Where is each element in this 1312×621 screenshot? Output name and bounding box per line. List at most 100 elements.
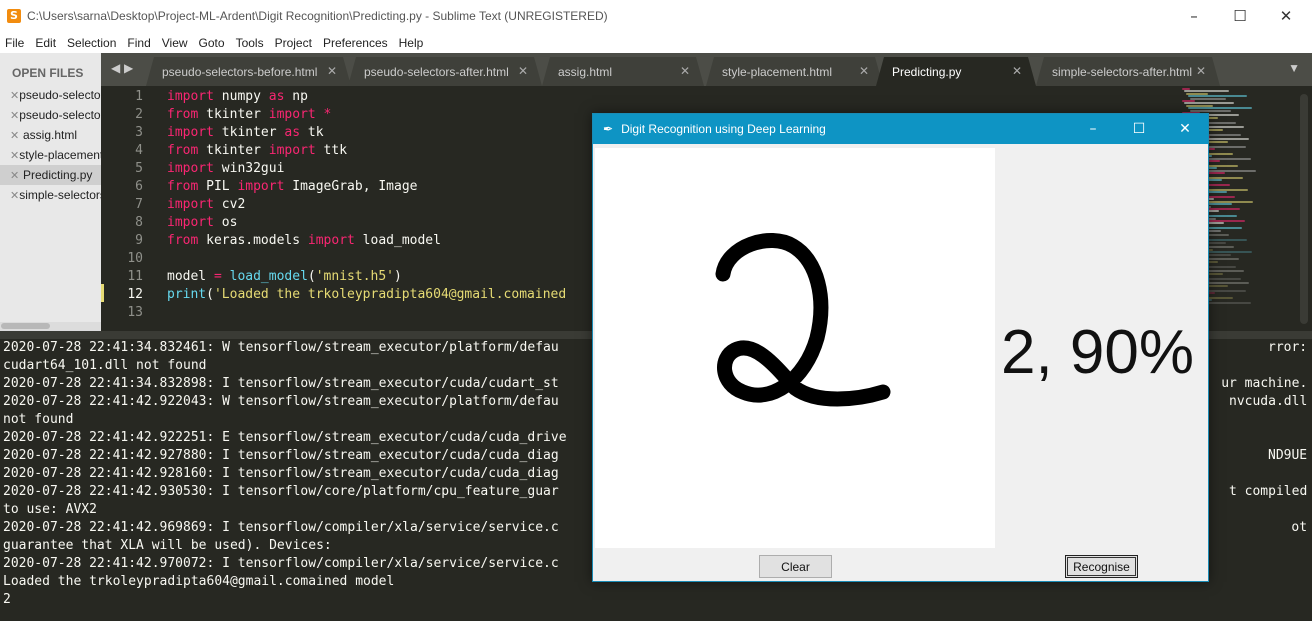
open-files-header: OPEN FILES [12,66,84,80]
recognise-button[interactable]: Recognise [1065,555,1138,578]
editor-scrollbar[interactable] [1300,94,1308,324]
sidebar-file-item[interactable]: ✕style-placement.html [0,145,101,165]
console-line: 2020-07-28 22:41:42.928160: I tensorflow… [3,466,559,481]
console-line-tail: nvcuda.dll [1229,394,1308,409]
menu-selection[interactable]: Selection [62,36,122,50]
line-number: 2 [135,107,143,122]
close-file-icon[interactable]: ✕ [10,189,19,202]
console-line: cudart64_101.dll not found [3,358,207,373]
menu-help[interactable]: Help [394,36,430,50]
menu-file[interactable]: File [0,36,30,50]
menu-tools[interactable]: Tools [231,36,270,50]
console-line: 2020-07-28 22:41:34.832461: W tensorflow… [3,340,559,355]
code-line: import numpy as np [167,89,308,104]
code-line: from keras.models import load_model [167,233,441,248]
console-line: guarantee that XLA will be used). Device… [3,538,332,553]
line-number: 13 [127,305,143,320]
sidebar-file-label: Predicting.py [23,168,93,182]
tab-close-icon[interactable]: ✕ [1196,64,1206,78]
console-line-tail: t compiled [1229,484,1308,499]
line-number: 1 [135,89,143,104]
tab-close-icon[interactable]: ✕ [518,64,528,78]
clear-button[interactable]: Clear [759,555,832,578]
console-line: not found [3,412,74,427]
code-line: from PIL import ImageGrab, Image [167,179,418,194]
tab-2[interactable]: assig.html ✕ [542,57,704,86]
code-line: import cv2 [167,197,246,212]
console-line: 2020-07-28 22:41:42.969869: I tensorflow… [3,520,559,535]
sidebar-scrollbar[interactable] [0,322,101,331]
code-line: from tkinter import ttk [167,143,348,158]
close-file-icon[interactable]: ✕ [10,89,19,102]
tab-close-icon[interactable]: ✕ [327,64,337,78]
tab-label: pseudo-selectors-after.html [364,65,509,79]
menu-goto[interactable]: Goto [194,36,231,50]
tab-close-icon[interactable]: ✕ [680,64,690,78]
tab-3[interactable]: style-placement.html ✕ [706,57,883,86]
dialog-minimize-icon[interactable]: – [1070,114,1116,144]
sidebar-file-label: simple-selectors-after.html [19,188,101,202]
tab-label: assig.html [558,65,613,79]
menu-view[interactable]: View [157,36,194,50]
tab-0[interactable]: pseudo-selectors-before.html ✕ [146,57,351,86]
tab-label: pseudo-selectors-before.html [162,65,318,79]
console-line-tail: ur machine. [1221,376,1308,391]
console-line: 2020-07-28 22:41:34.832898: I tensorflow… [3,376,559,391]
digit-recognition-dialog: ✒ Digit Recognition using Deep Learning … [592,113,1209,582]
close-file-icon[interactable]: ✕ [10,129,23,142]
menu-edit[interactable]: Edit [30,36,62,50]
line-number: 9 [135,233,143,248]
code-line: import os [167,215,238,230]
minimize-icon[interactable]: – [1171,0,1217,32]
console-line: 2020-07-28 22:41:42.930530: I tensorflow… [3,484,559,499]
tab-bar: ◀ ▶ pseudo-selectors-before.html ✕ pseudo-… [101,53,1312,86]
sidebar-file-label: assig.html [23,128,78,142]
prediction-label: 2, 90% [1001,318,1195,387]
tab-label: simple-selectors-after.html [1052,65,1193,79]
dialog-maximize-icon[interactable]: ☐ [1116,114,1162,144]
dialog-title-bar: ✒ Digit Recognition using Deep Learning … [593,114,1208,144]
tab-close-icon[interactable]: ✕ [859,64,869,78]
tk-feather-icon: ✒ [603,122,614,136]
sidebar-file-item[interactable]: ✕pseudo-selectors-after.html [0,105,101,125]
tab-4[interactable]: Predicting.py ✕ [876,57,1036,86]
menu-project[interactable]: Project [270,36,318,50]
close-icon[interactable]: ✕ [1263,0,1309,32]
tab-close-icon[interactable]: ✕ [1012,64,1022,78]
line-number: 5 [135,161,143,176]
tab-dropdown-icon[interactable]: ▼ [1288,61,1300,75]
drawing-canvas[interactable] [595,148,995,548]
tab-1[interactable]: pseudo-selectors-after.html ✕ [348,57,542,86]
sidebar-file-item[interactable]: ✕ Predicting.py [0,165,101,185]
line-number: 11 [127,269,143,284]
sidebar-file-item[interactable]: ✕pseudo-selectors-before.html [0,85,101,105]
minimap-line [1190,97,1226,100]
line-number: 4 [135,143,143,158]
close-file-icon[interactable]: ✕ [10,109,19,122]
maximize-icon[interactable]: ☐ [1217,0,1263,32]
sidebar-file-label: pseudo-selectors-after.html [19,108,101,122]
tab-label: Predicting.py [892,65,962,79]
tab-nav-arrows-icon[interactable]: ◀ ▶ [111,61,133,75]
minimap-line [1188,107,1252,110]
handwritten-digit-stroke [715,233,891,407]
close-file-icon[interactable]: ✕ [10,149,19,162]
console-line: 2020-07-28 22:41:42.922043: W tensorflow… [3,394,559,409]
code-line: from tkinter import * [167,107,332,122]
sidebar-file-item[interactable]: ✕ assig.html [0,125,101,145]
code-line: model = load_model('mnist.h5') [167,269,402,284]
close-file-icon[interactable]: ✕ [10,169,23,182]
menu-find[interactable]: Find [122,36,156,50]
dialog-close-icon[interactable]: ✕ [1162,114,1208,144]
code-line: import win32gui [167,161,285,176]
console-line: 2020-07-28 22:41:42.927880: I tensorflow… [3,448,559,463]
sidebar-file-item[interactable]: ✕simple-selectors-after.html [0,185,101,205]
console-line: Loaded the trkoleypradipta604@gmail.coma… [3,574,395,589]
tab-5[interactable]: simple-selectors-after.html ✕ [1036,57,1220,86]
sidebar: OPEN FILES ✕pseudo-selectors-before.html… [0,53,101,331]
console-line-tail: ND9UE [1268,448,1308,463]
sidebar-file-label: style-placement.html [19,148,101,162]
menu-preferences[interactable]: Preferences [318,36,394,50]
minimap-line [1188,95,1247,98]
sidebar-file-label: pseudo-selectors-before.html [19,88,101,102]
